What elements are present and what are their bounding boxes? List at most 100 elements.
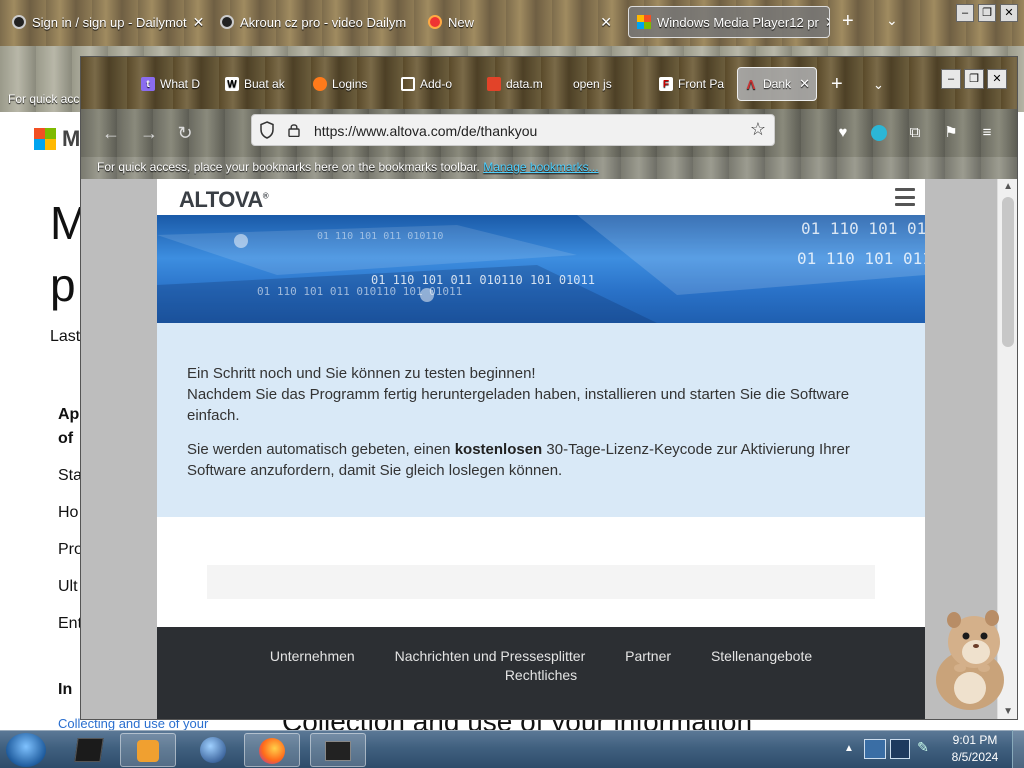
dailymotion-icon [220, 15, 234, 29]
altova-footer: Unternehmen Nachrichten und Pressesplitt… [157, 627, 925, 719]
new-tab-icon[interactable]: + [831, 73, 843, 96]
footer-link-stellenangebote[interactable]: Stellenangebote [711, 648, 812, 664]
banner-binary-text: 01 110 101 01 [801, 219, 925, 238]
tab-title: Add-o [420, 77, 453, 91]
tab-buat[interactable]: W Buat ak [219, 67, 297, 101]
maximize-button[interactable]: ❐ [978, 4, 996, 22]
windows-start-button[interactable] [6, 733, 46, 767]
reload-icon[interactable]: ↻ [173, 121, 197, 145]
extensions-icon[interactable]: ⧉ [905, 123, 925, 143]
side-heading: Ap [58, 406, 80, 423]
forward-arrow-icon[interactable]: → [137, 121, 161, 145]
taskbar-app-media-player[interactable] [120, 733, 176, 767]
info-text: Sie werden automatisch gebeten, einen [187, 441, 455, 458]
footer-link-rechtliches[interactable]: Rechtliches [505, 667, 577, 683]
page-title-line2: p [50, 259, 76, 311]
tab-logins[interactable]: Logins [307, 67, 387, 101]
tab-title: Dank [763, 77, 792, 91]
url-bar[interactable]: https://www.altova.com/de/thankyou ☆ [251, 114, 775, 146]
tab-title: Logins [332, 77, 368, 91]
pocket-icon[interactable]: ♥ [833, 123, 853, 143]
taskbar-app-window[interactable] [310, 733, 366, 767]
close-icon[interactable]: ✕ [193, 14, 204, 31]
microsoft-logo-icon [34, 128, 56, 150]
altova-logo[interactable]: ALTOVA® [179, 187, 269, 213]
info-paragraph-1: Ein Schritt noch und Sie können zu teste… [187, 363, 897, 426]
url-text[interactable]: https://www.altova.com/de/thankyou [314, 123, 537, 139]
gitlab-icon [487, 77, 501, 91]
taskbar-app-black-cube[interactable] [62, 733, 118, 767]
bg-tab-new[interactable]: New ✕ [420, 6, 620, 38]
firefox-icon [259, 738, 285, 764]
tray-app-icon[interactable]: ✎ [914, 739, 932, 759]
lock-icon[interactable] [288, 123, 300, 137]
tab-open-js[interactable]: open js [567, 67, 647, 101]
tab-title: What D [160, 77, 201, 91]
new-tab-icon[interactable]: + [842, 10, 854, 33]
bg-tab-windows-media-player[interactable]: Windows Media Player12 pr ✕ [628, 6, 830, 38]
bg-tab-title: Akroun cz pro - video Dailym [240, 14, 407, 30]
tab-addons[interactable]: Add-o [395, 67, 475, 101]
close-icon[interactable]: ✕ [825, 14, 829, 31]
chevron-down-icon[interactable]: ⌄ [873, 77, 884, 93]
altova-logo-text: ALTOVA [179, 187, 263, 212]
banner-binary-text: 01 110 101 011 [797, 249, 925, 268]
menu-icon[interactable]: ≡ [977, 123, 997, 143]
info-bold-text: kostenlosen [454, 441, 543, 458]
side-link[interactable]: Ho [58, 504, 78, 522]
minimize-button[interactable]: – [956, 4, 974, 22]
minimize-button[interactable]: – [941, 69, 961, 89]
info-line-1: Ein Schritt noch und Sie können zu teste… [187, 365, 536, 382]
manage-bookmarks-link[interactable]: Manage bookmarks... [483, 160, 598, 174]
bg-tab-akroun[interactable]: Akroun cz pro - video Dailym ✕ [212, 6, 412, 38]
background-tab-bar: Sign in / sign up - Dailymot ✕ Akroun cz… [0, 0, 1024, 46]
hamburger-menu-icon[interactable] [895, 188, 915, 206]
tab-altova-thankyou[interactable]: Λ Dank ✕ [737, 67, 817, 101]
footer-link-unternehmen[interactable]: Unternehmen [270, 648, 355, 664]
tab-what[interactable]: t What D [135, 67, 209, 101]
navigation-toolbar: ← → ↻ https://www.altova.com/de/thankyou… [81, 109, 1017, 157]
shield-icon[interactable] [260, 121, 274, 139]
star-bookmark-icon[interactable]: ☆ [750, 119, 766, 140]
bg-tab-title: New [448, 14, 475, 30]
bg-tab-dailymotion-signin[interactable]: Sign in / sign up - Dailymot ✕ [4, 6, 204, 38]
footer-link-nachrichten[interactable]: Nachrichten und Pressesplitter [395, 648, 586, 664]
tray-expand-icon[interactable]: ▲ [844, 743, 854, 754]
clock-date[interactable]: 8/5/2024 [940, 750, 1010, 764]
registered-mark: ® [262, 191, 269, 201]
account-icon[interactable] [869, 123, 889, 143]
close-icon[interactable]: ✕ [600, 14, 612, 31]
banner-binary-text: 01 110 101 011 010110 101 01011 [257, 285, 463, 298]
window-app-icon [325, 741, 351, 761]
side-link[interactable]: Sta [58, 467, 82, 485]
clock-time[interactable]: 9:01 PM [940, 733, 1010, 747]
tab-data[interactable]: data.m [481, 67, 561, 101]
close-window-button[interactable]: ✕ [1000, 4, 1018, 22]
chevron-down-icon[interactable]: ⌄ [886, 12, 898, 29]
firefox-icon [313, 77, 327, 91]
placeholder-bar [207, 565, 875, 599]
last-updated-label: Last [50, 328, 81, 345]
taskbar-app-firefox[interactable] [244, 733, 300, 767]
show-desktop-button[interactable] [1012, 730, 1024, 768]
footer-link-partner[interactable]: Partner [625, 648, 671, 664]
scroll-up-icon[interactable]: ▲ [1003, 181, 1013, 192]
maximize-button[interactable]: ❐ [964, 69, 984, 89]
puzzle-icon [401, 77, 415, 91]
tab-bar: t What D W Buat ak Logins Add-o data.m o… [81, 57, 1017, 109]
side-link[interactable]: Ent [58, 615, 82, 633]
side-link[interactable]: Ult [58, 578, 78, 596]
tray-monitor-icon[interactable] [890, 739, 910, 759]
close-icon[interactable]: ✕ [799, 76, 810, 92]
info-paragraph-2: Sie werden automatisch gebeten, einen ko… [187, 439, 897, 481]
tab-front-page[interactable]: F Front Pa [653, 67, 733, 101]
extension-flag-icon[interactable]: ⚑ [941, 123, 961, 143]
scrollbar-thumb[interactable] [1002, 197, 1014, 347]
hamster-mascot-icon[interactable] [924, 602, 1012, 712]
tab-title: open js [573, 77, 612, 91]
taskbar-app-globe[interactable] [186, 733, 242, 767]
close-window-button[interactable]: ✕ [987, 69, 1007, 89]
tray-network-icon[interactable] [864, 739, 886, 759]
back-arrow-icon[interactable]: ← [99, 121, 123, 145]
taskbar: ▲ ✎ [0, 730, 1024, 768]
